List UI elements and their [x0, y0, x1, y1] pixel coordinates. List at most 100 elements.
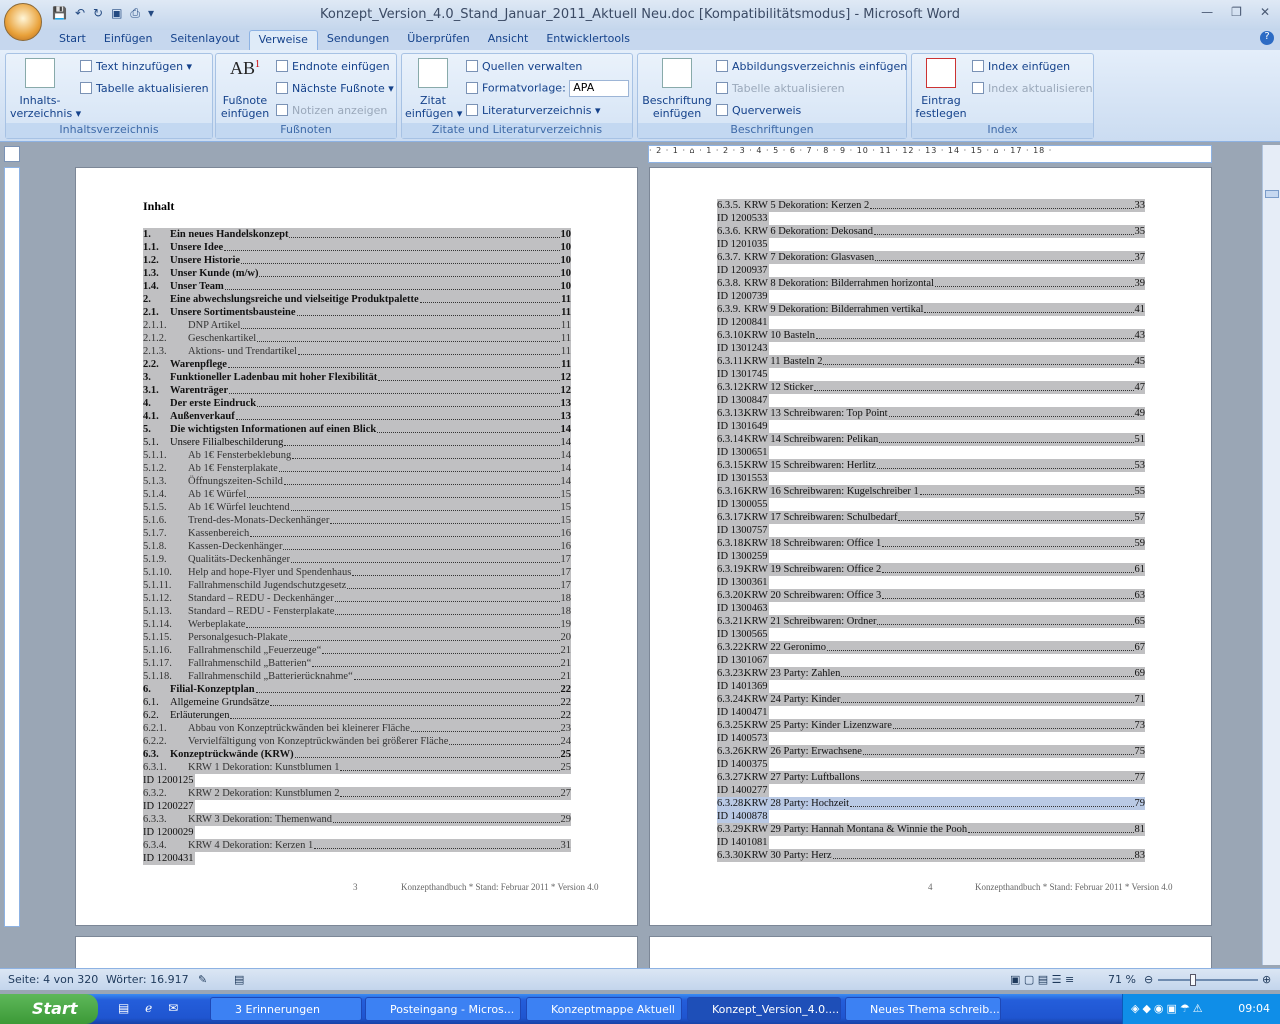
update-table-button[interactable]: Tabelle aktualisieren — [80, 82, 209, 95]
toc-entry[interactable]: 2.1.2. Geschenkartikel 11 — [143, 332, 571, 345]
toc-entry[interactable]: 5.1.12. Standard – REDU - Deckenhänger 18 — [143, 592, 571, 605]
toc-entry[interactable]: 6.3.29. KRW 29 Party: Hannah Montana & Wi… — [717, 823, 1145, 836]
toc-entry[interactable]: 6.3.3. KRW 3 Dekoration: Themenwand 29 — [143, 813, 571, 826]
taskbar-item[interactable]: Konzeptmappe Aktuell — [526, 997, 682, 1021]
toc-entry[interactable]: 6.3. Konzeptrückwände (KRW) 25 — [143, 748, 571, 761]
toc-entry[interactable]: 6.3.30. KRW 30 Party: Herz 83 — [717, 849, 1145, 862]
toc-entry[interactable]: 6.2. Erläuterungen 22 — [143, 709, 571, 722]
toc-entry[interactable]: 6.3.26. KRW 26 Party: Erwachsene 75 — [717, 745, 1145, 758]
toc-entry[interactable]: 1. Ein neues Handelskonzept 10 — [143, 228, 571, 241]
start-button[interactable]: Start — [0, 994, 98, 1024]
toc-entry[interactable]: 5.1.17. Fallrahmenschild „Batterien“ 21 — [143, 657, 571, 670]
toc-button[interactable]: Inhalts- verzeichnis ▾ — [10, 58, 81, 120]
toc-entry[interactable]: 2.1. Unsere Sortimentsbausteine 11 — [143, 306, 571, 319]
maximize-button[interactable]: ❐ — [1231, 5, 1242, 19]
help-icon[interactable]: ? — [1260, 31, 1274, 45]
tab-seitenlayout[interactable]: Seitenlayout — [161, 30, 248, 50]
tab-ansicht[interactable]: Ansicht — [479, 30, 538, 50]
toc-entry[interactable]: 1.4. Unser Team 10 — [143, 280, 571, 293]
toc-entry[interactable]: 6.3.6. KRW 6 Dekoration: Dekosand 35 — [717, 225, 1145, 238]
zoom-level[interactable]: 71 % — [1108, 973, 1136, 986]
toc-entry[interactable]: 1.1. Unsere Idee 10 — [143, 241, 571, 254]
next-footnote-button[interactable]: Nächste Fußnote ▾ — [276, 82, 394, 95]
view-buttons[interactable]: ▣ ▢ ▤ ☰ ≡ — [1010, 973, 1074, 986]
toc-entry[interactable]: 6.3.18. KRW 18 Schreibwaren: Office 1 59 — [717, 537, 1145, 550]
taskbar-item[interactable]: Konzept_Version_4.0.... — [687, 997, 841, 1021]
toc-entry[interactable]: 6. Filial-Konzeptplan 22 — [143, 683, 571, 696]
toc-entry[interactable]: 4. Der erste Eindruck 13 — [143, 397, 571, 410]
toc-entry[interactable]: 2.2. Warenpflege 11 — [143, 358, 571, 371]
toc-entry[interactable]: 5.1.16. Fallrahmenschild „Feuerzeuge“ 21 — [143, 644, 571, 657]
toc-entry[interactable]: 5.1.9. Qualitäts-Deckenhänger 17 — [143, 553, 571, 566]
toc-entry[interactable]: 6.3.22. KRW 22 Geronimo 67 — [717, 641, 1145, 654]
toc-entry[interactable]: 6.3.8. KRW 8 Dekoration: Bilderrahmen hor… — [717, 277, 1145, 290]
insert-footnote-button[interactable]: AB1 Fußnote einfügen — [219, 58, 271, 120]
vertical-scrollbar[interactable] — [1262, 145, 1280, 965]
toc-entry[interactable]: 6.3.14 KRW 14 Schreibwaren: Pelikan 51 — [717, 433, 1145, 446]
toc-entry[interactable]: 1.2. Unsere Historie 10 — [143, 254, 571, 267]
toc-entry[interactable]: 6.2.1. Abbau von Konzeptrückwänden bei kl… — [143, 722, 571, 735]
tab-sendungen[interactable]: Sendungen — [318, 30, 398, 50]
toc-entry[interactable]: 6.3.27. KRW 27 Party: Luftballons 77 — [717, 771, 1145, 784]
toc-entry[interactable]: 2. Eine abwechslungsreiche und vielseitig… — [143, 293, 571, 306]
style-dropdown[interactable]: APA — [569, 80, 630, 97]
toc-entry[interactable]: 5.1.8. Kassen-Deckenhänger 16 — [143, 540, 571, 553]
proofing-icon[interactable]: ✎ — [198, 973, 207, 986]
horizontal-ruler[interactable]: · 2 · 1 · ⌂ · 1 · 2 · 3 · 4 · 5 · 6 · 7 … — [648, 145, 1212, 163]
close-button[interactable]: ✕ — [1260, 5, 1270, 19]
toc-entry[interactable]: 5. Die wichtigsten Informationen auf eine… — [143, 423, 571, 436]
toc-entry[interactable]: 5.1.4. Ab 1€ Würfel 15 — [143, 488, 571, 501]
toc-entry[interactable]: 6.2.2. Vervielfältigung von Konzeptrückwä… — [143, 735, 571, 748]
toc-entry[interactable]: 6.3.28. KRW 28 Party: Hochzeit 79 — [717, 797, 1145, 810]
scroll-thumb[interactable] — [1265, 190, 1279, 198]
toc-entry[interactable]: 5.1.7. Kassenbereich 16 — [143, 527, 571, 540]
toc-entry[interactable]: 5.1. Unsere Filialbeschilderung 14 — [143, 436, 571, 449]
toc-entry[interactable]: 5.1.1. Ab 1€ Fensterbeklebung 14 — [143, 449, 571, 462]
toc-entry[interactable]: 2.1.1. DNP Artikel 11 — [143, 319, 571, 332]
toc-entry[interactable]: 6.3.2. KRW 2 Dekoration: Kunstblumen 2 27 — [143, 787, 571, 800]
bibliography-button[interactable]: Literaturverzeichnis ▾ — [466, 104, 601, 117]
toc-entry[interactable]: 3.1. Warenträger 12 — [143, 384, 571, 397]
office-button[interactable] — [4, 3, 42, 41]
toc-entry[interactable]: 6.3.12. KRW 12 Sticker 47 — [717, 381, 1145, 394]
toc-entry[interactable]: 6.3.21. KRW 21 Schreibwaren: Ordner 65 — [717, 615, 1145, 628]
insert-endnote-button[interactable]: Endnote einfügen — [276, 60, 390, 73]
toc-entry[interactable]: 5.1.15. Personalgesuch-Plakate 20 — [143, 631, 571, 644]
insert-citation-button[interactable]: Zitat einfügen ▾ — [405, 58, 462, 120]
toc-entry[interactable]: 6.3.15. KRW 15 Schreibwaren: Herlitz 53 — [717, 459, 1145, 472]
zoom-out-icon[interactable]: ⊖ — [1144, 973, 1153, 986]
toc-entry[interactable]: 6.3.24. KRW 24 Party: Kinder 71 — [717, 693, 1145, 706]
insert-table-of-figures-button[interactable]: Abbildungsverzeichnis einfügen — [716, 60, 907, 73]
toc-entry[interactable]: 4.1. Außenverkauf 13 — [143, 410, 571, 423]
toc-entry[interactable]: 6.3.25. KRW 25 Party: Kinder Lizenzware 73 — [717, 719, 1145, 732]
toc-entry[interactable]: 5.1.3. Öffnungszeiten-Schild 14 — [143, 475, 571, 488]
toc-entry[interactable]: 1.3. Unser Kunde (m/w) 10 — [143, 267, 571, 280]
toc-entry[interactable]: 5.1.10. Help and hope-Flyer und Spendenha… — [143, 566, 571, 579]
style-selector[interactable]: Formatvorlage: APA — [466, 80, 630, 97]
tab-verweise[interactable]: Verweise — [248, 30, 318, 50]
toc-entry[interactable]: 6.3.13. KRW 13 Schreibwaren: Top Point 49 — [717, 407, 1145, 420]
toc-entry[interactable]: 6.3.9. KRW 9 Dekoration: Bilderrahmen ver… — [717, 303, 1145, 316]
macro-icon[interactable]: ▤ — [234, 973, 244, 986]
tab-überprüfen[interactable]: Überprüfen — [398, 30, 478, 50]
toc-entry[interactable]: 6.3.16. KRW 16 Schreibwaren: Kugelschreib… — [717, 485, 1145, 498]
toc-entry[interactable]: 3. Funktioneller Ladenbau mit hoher Flexi… — [143, 371, 571, 384]
toc-entry[interactable]: 5.1.18. Fallrahmenschild „Batterierücknah… — [143, 670, 571, 683]
taskbar-item[interactable]: Posteingang - Micros... — [365, 997, 521, 1021]
zoom-in-icon[interactable]: ⊕ — [1262, 973, 1271, 986]
taskbar-item[interactable]: Neues Thema schreib... — [845, 997, 1001, 1021]
tab-einfügen[interactable]: Einfügen — [95, 30, 162, 50]
vertical-ruler[interactable] — [4, 167, 20, 927]
toc-entry[interactable]: 6.3.19. KRW 19 Schreibwaren: Office 2 61 — [717, 563, 1145, 576]
page-count[interactable]: Seite: 4 von 320 — [8, 973, 98, 986]
manage-sources-button[interactable]: Quellen verwalten — [466, 60, 582, 73]
toc-entry[interactable]: 5.1.13. Standard – REDU - Fensterplakate 1… — [143, 605, 571, 618]
word-count[interactable]: Wörter: 16.917 — [106, 973, 189, 986]
quick-launch-icons[interactable]: ▤ ℯ ✉ — [118, 1001, 184, 1015]
cross-reference-button[interactable]: Querverweis — [716, 104, 801, 117]
toc-entry[interactable]: 5.1.11. Fallrahmenschild Jugendschutzgese… — [143, 579, 571, 592]
toc-entry[interactable]: 5.1.5. Ab 1€ Würfel leuchtend 15 — [143, 501, 571, 514]
toc-entry[interactable]: 5.1.6. Trend-des-Monats-Deckenhänger 15 — [143, 514, 571, 527]
toc-entry[interactable]: 6.3.1. KRW 1 Dekoration: Kunstblumen 1 25 — [143, 761, 571, 774]
tab-start[interactable]: Start — [50, 30, 95, 50]
